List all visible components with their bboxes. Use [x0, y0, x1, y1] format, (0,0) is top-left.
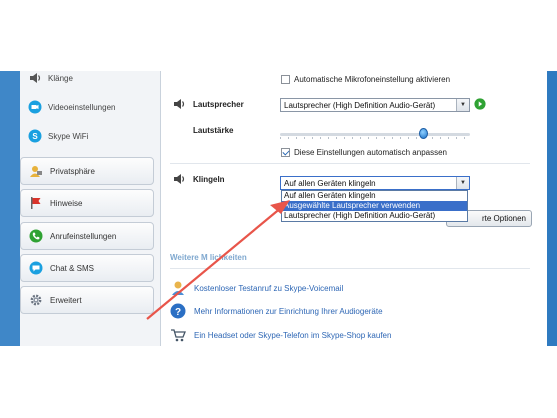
ringing-select[interactable]: Auf allen Geräten klingeln ▼	[280, 176, 470, 190]
svg-text:?: ?	[175, 307, 181, 318]
sidebar-item-label: Klänge	[48, 73, 73, 83]
play-test-button[interactable]	[474, 98, 486, 110]
sidebar-item-skype-wifi[interactable]: S Skype WiFi	[28, 125, 88, 147]
link-shop[interactable]: Ein Headset oder Skype-Telefon im Skype-…	[170, 327, 391, 343]
sidebar-item-anrufeinstellungen[interactable]: Anrufeinstellungen	[20, 222, 154, 250]
svg-text:S: S	[32, 132, 38, 141]
volume-slider-ticks	[280, 137, 470, 139]
ringing-select-value: Auf allen Geräten klingeln	[284, 178, 376, 188]
speaker-icon	[28, 71, 42, 85]
window-edge	[547, 71, 557, 346]
video-icon	[28, 100, 42, 114]
dropdown-option-highlighted[interactable]: Ausgewählte Lautsprecher verwenden	[282, 201, 467, 211]
skype-wifi-icon: S	[28, 129, 42, 143]
dropdown-option[interactable]: Auf allen Geräten klingeln	[282, 191, 467, 201]
link-label: Mehr Informationen zur Einrichtung Ihrer…	[194, 306, 383, 316]
auto-adjust-setting[interactable]: Diese Einstellungen automatisch anpassen	[281, 148, 447, 157]
sidebar-item-chat-sms[interactable]: Chat & SMS	[20, 254, 154, 282]
sidebar-item-label: Privatsphäre	[50, 166, 95, 176]
link-test-call[interactable]: Kostenloser Testanruf zu Skype-Voicemail	[170, 280, 343, 296]
dropdown-option[interactable]: Lautsprecher (High Definition Audio-Gerä…	[282, 211, 467, 221]
divider	[170, 268, 530, 269]
cart-icon	[170, 327, 186, 343]
contact-icon	[170, 280, 186, 296]
more-options-title: Weitere M lichkeiten	[170, 253, 247, 262]
ringing-label: Klingeln	[193, 175, 225, 184]
speaker-select-value: Lautsprecher (High Definition Audio-Gerä…	[284, 100, 436, 110]
divider	[170, 163, 530, 164]
gear-icon	[29, 293, 43, 307]
help-icon: ?	[170, 303, 186, 319]
link-audio-help[interactable]: ? Mehr Informationen zur Einrichtung Ihr…	[170, 303, 383, 319]
auto-mic-label: Automatische Mikrofoneinstellung aktivie…	[294, 75, 451, 84]
speaker-icon	[172, 172, 186, 186]
chevron-down-icon[interactable]: ▼	[456, 99, 469, 111]
privacy-icon	[29, 164, 43, 178]
sidebar-item-label: Videoeinstellungen	[48, 102, 116, 112]
auto-adjust-label: Diese Einstellungen automatisch anpassen	[294, 148, 447, 157]
sidebar-item-klaenge[interactable]: Klänge	[28, 67, 73, 89]
phone-icon	[29, 229, 43, 243]
sidebar-item-erweitert[interactable]: Erweitert	[20, 286, 154, 314]
sidebar-item-label: Hinweise	[50, 198, 83, 208]
ringing-dropdown-list[interactable]: Auf allen Geräten klingeln Ausgewählte L…	[281, 190, 468, 222]
sidebar-item-hinweise[interactable]: Hinweise	[20, 189, 154, 217]
volume-slider-thumb[interactable]	[418, 128, 428, 139]
flag-icon	[29, 196, 43, 210]
link-label: Ein Headset oder Skype-Telefon im Skype-…	[194, 330, 392, 340]
auto-mic-setting[interactable]: Automatische Mikrofoneinstellung aktivie…	[281, 75, 450, 84]
chevron-down-icon[interactable]: ▼	[456, 177, 469, 189]
sidebar-item-label: Skype WiFi	[48, 131, 89, 141]
chat-icon	[29, 261, 43, 275]
speaker-select[interactable]: Lautsprecher (High Definition Audio-Gerä…	[280, 98, 470, 112]
volume-label: Lautstärke	[193, 126, 234, 135]
sidebar-item-label: Chat & SMS	[50, 263, 95, 273]
sidebar-item-label: Anrufeinstellungen	[50, 231, 117, 241]
speaker-label: Lautsprecher	[193, 100, 244, 109]
auto-mic-checkbox[interactable]	[281, 75, 290, 84]
auto-adjust-checkbox[interactable]	[281, 148, 290, 157]
sidebar-item-videoeinstellungen[interactable]: Videoeinstellungen	[28, 96, 115, 118]
speaker-icon	[172, 97, 186, 111]
link-label: Kostenloser Testanruf zu Skype-Voicemail	[194, 283, 344, 293]
sidebar-item-label: Erweitert	[50, 295, 82, 305]
volume-slider-track[interactable]	[280, 133, 470, 136]
sidebar-item-privatsphaere[interactable]: Privatsphäre	[20, 157, 154, 185]
advanced-options-label: rte Optionen	[481, 214, 526, 223]
